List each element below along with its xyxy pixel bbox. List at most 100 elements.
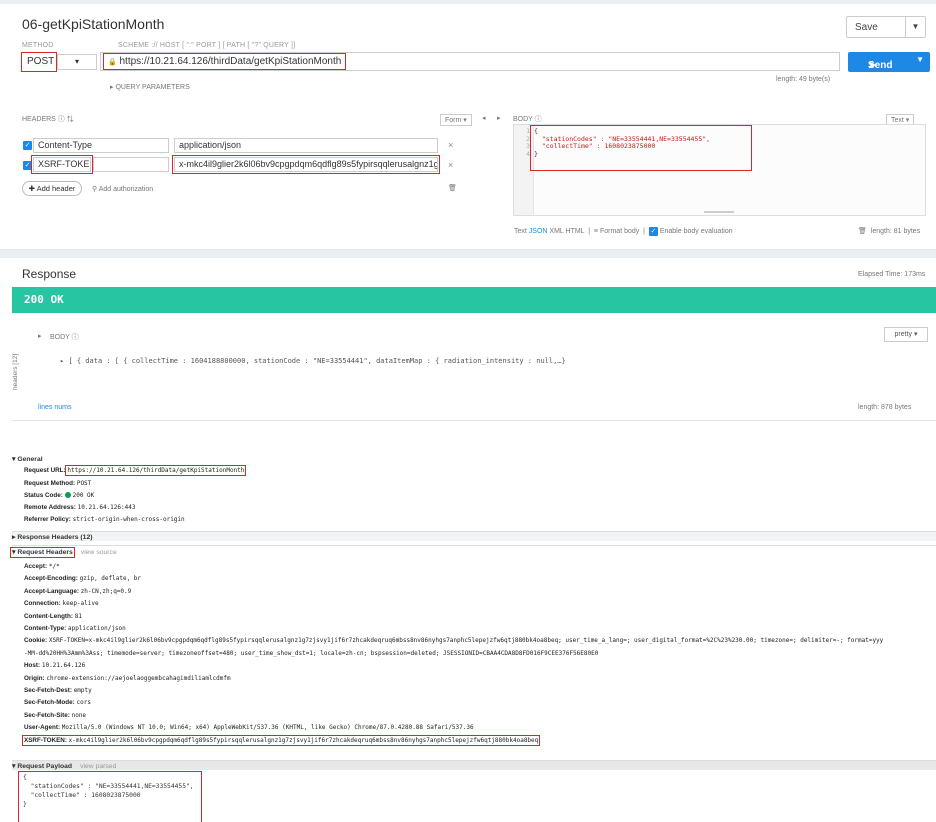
resize-handle[interactable] [704,211,734,213]
response-headers-toggle[interactable]: ▸ Response Headers (12) [12,533,93,541]
header-key: Sec-Fetch-Site: [24,711,70,719]
request-url-value: https://10.21.64.126/thirdData/getKpiSta… [65,465,247,476]
format-html-link[interactable]: HTML [566,228,585,235]
help-icon[interactable]: ⓘ [535,116,542,123]
header-name-input-rest[interactable] [93,157,169,172]
general-key: Request Method: [24,480,76,487]
close-icon[interactable]: × [448,140,453,150]
general-key: Status Code: [24,492,63,499]
view-source-link[interactable]: view source [81,549,117,556]
add-header-button[interactable]: ✚ Add header [22,181,82,196]
format-body-link[interactable]: Format body [600,228,639,235]
request-header-row: User-Agent: Mozilla/5.0 (Windows NT 10.0… [24,724,474,731]
request-header-row: Cookie: XSRF-TOKEN=x-mkc4il9glier2k6l06b… [24,637,883,644]
add-authorization-link[interactable]: ⚲ Add authorization [92,185,153,193]
response-data-text: [ { data : [ { collectTime : 16041888000… [68,357,566,365]
chevron-down-icon[interactable]: ▼ [916,55,924,64]
expand-right-icon[interactable]: ▸ [497,114,501,122]
headers-label: HEADERS [22,116,56,123]
format-icon: ≡ [593,228,599,235]
header-value-input[interactable]: x-mkc4il9glier2k6l06bv9cpgpdqm6qdflg89s5… [172,155,440,174]
method-label: METHOD [22,42,54,49]
send-button[interactable]: ➤ Send ▼ [848,52,930,72]
header-key: Cookie: [24,637,48,645]
form-mode-select[interactable]: Form ▾ [440,114,472,126]
request-headers-toggle[interactable]: ▾ Request Headers view source [10,547,117,558]
request-payload-toggle[interactable]: ▾ Request Payload view parsed [12,762,116,770]
collapse-left-icon[interactable]: ◂ [482,114,486,122]
expand-body-toggle[interactable]: ▸ [38,332,42,340]
query-params-toggle[interactable]: ▸ QUERY PARAMETERS [110,83,190,91]
header-key: Sec-Fetch-Mode: [24,699,75,707]
header-value: keep-alive [62,600,99,608]
lines-nums-link[interactable]: lines nums [38,404,71,411]
request-header-row: Sec-Fetch-Site: none [24,712,86,719]
save-label: Save [855,22,878,33]
divider [12,760,936,770]
header-value: empty [73,687,92,694]
add-auth-label: Add authorization [98,186,154,193]
plus-icon: ✚ [28,184,35,193]
help-icon[interactable]: ⓘ [58,116,65,123]
general-row: Request URL: https://10.21.64.126/thirdD… [24,465,247,476]
request-header-row: Accept-Encoding: gzip, deflate, br [24,575,141,582]
general-row: Remote Address: 10.21.64.126:443 [24,504,135,511]
request-header-row: Content-Type: application/json [24,625,126,632]
response-header [0,258,936,286]
url-input[interactable]: 🔒 https://10.21.64.126/thirdData/getKpiS… [100,52,840,71]
request-headers-label: Request Headers [17,549,73,556]
body-length: 🗑 length: 81 bytes [858,227,920,235]
header-name-input[interactable]: Content-Type [33,138,169,153]
headers-side-tab[interactable]: headers [12] [12,340,26,390]
request-header-row: Content-Length: 81 [24,613,82,620]
response-body-text: BODY [50,334,70,341]
request-header-row: Accept: */* [24,563,60,570]
header-key: Content-Type: [24,625,67,632]
payload-line: "collectTime" : 1608023875000 [23,792,141,799]
body-code: { "stationCodes" : "NE=33554441,NE=33554… [530,125,752,171]
header-enabled-checkbox[interactable]: ✓ [23,161,32,170]
chevron-down-icon[interactable]: ▼ [905,17,925,37]
trash-icon[interactable]: 🗑 [858,228,867,235]
response-length: length: 878 bytes [858,404,912,411]
header-enabled-checkbox[interactable]: ✓ [23,141,32,150]
help-icon[interactable]: ⓘ [72,334,79,341]
view-parsed-link[interactable]: view parsed [80,763,116,770]
body-section-label: BODY ⓘ [513,114,542,124]
payload-line: } [23,801,27,808]
request-headers-label-box: ▾ Request Headers [10,547,75,558]
header-key: Accept-Encoding: [24,575,78,583]
header-value: chrome-extension://aejoelaoggembcahagimd… [46,674,231,682]
scheme-hint: SCHEME :// HOST [ ":" PORT ] [ PATH [ "?… [118,42,296,49]
method-select[interactable]: POST [21,52,57,72]
header-value-input[interactable]: application/json [174,138,438,153]
elapsed-time: Elapsed Time: 173ms [858,271,926,278]
header-value: 10.21.64.126 [41,662,86,670]
general-value: strict-origin-when-cross-origin [72,516,185,523]
format-text-link[interactable]: Text [514,228,527,235]
header-key: Accept-Language: [24,587,79,595]
caret-right-icon: ▸ [60,357,65,365]
chevron-down-icon[interactable]: ▾ [57,54,97,70]
pretty-select[interactable]: pretty ▾ [884,327,928,342]
format-xml-link[interactable]: XML [549,228,563,235]
body-footer: Text JSON XML HTML | ≡ Format body | ✓ E… [514,227,733,236]
request-header-row: Sec-Fetch-Mode: cors [24,699,91,706]
trash-icon[interactable]: 🗑 [448,184,457,192]
close-icon[interactable]: × [448,160,453,170]
header-key: Host: [24,662,41,670]
header-name-input[interactable]: XSRF-TOKEN [31,155,93,174]
format-json-link[interactable]: JSON [529,228,548,235]
sort-icon[interactable]: ⇅ [67,116,74,123]
response-data-line[interactable]: ▸ [ { data : [ { collectTime : 160418880… [60,357,566,365]
header-value: x-mkc4il9glier2k6l06bv9cpgpdqm6qdflg89s5… [68,736,539,744]
headers-section-label: HEADERS ⓘ ⇅ [22,114,74,124]
caret-right-icon: ▸ [110,84,114,91]
send-label: Send [868,60,893,71]
general-section-toggle[interactable]: ▾ General [12,455,43,463]
header-key: XSRF-TOKEN: [24,736,67,744]
header-key: Accept: [24,563,48,570]
save-button[interactable]: Save ▼ [846,16,926,38]
enable-eval-checkbox[interactable]: ✓ [648,227,658,236]
line-gutter: 1234 [514,125,534,215]
